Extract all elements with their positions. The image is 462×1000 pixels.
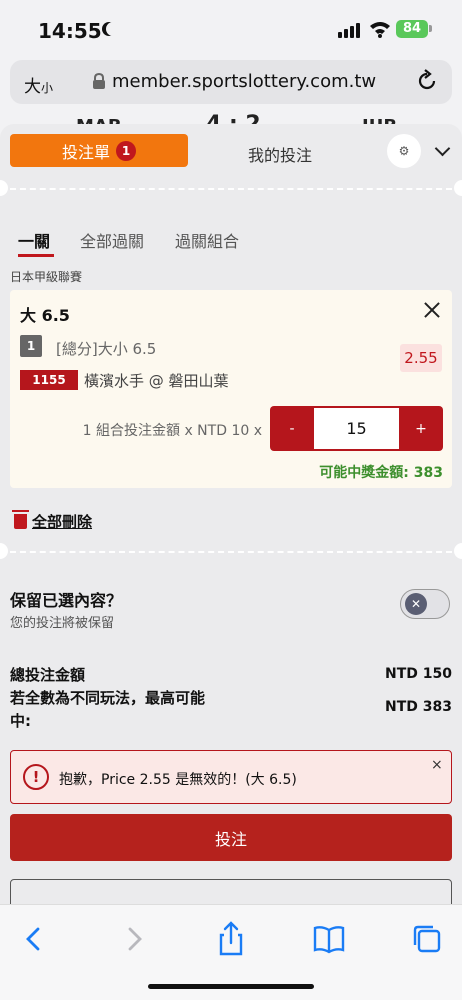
quantity-stepper: - 15 + (270, 406, 443, 451)
error-alert: ! 抱歉，Price 2.55 是無效的！(大 6.5) × (10, 750, 452, 804)
max-win-label-2: 中: (10, 712, 31, 730)
total-stake-label: 總投注金額 (10, 666, 86, 684)
betslip-count-badge: 1 (116, 140, 136, 161)
chevron-down-icon[interactable] (432, 140, 454, 160)
wifi-icon (370, 22, 390, 38)
stake-label: 1 組合投注金額 x NTD 10 x (82, 423, 262, 439)
match-code: 1155 (20, 370, 78, 390)
place-bet-button[interactable]: 投注 (10, 814, 452, 861)
selection-title: 大 6.5 (20, 306, 70, 325)
divider (10, 188, 452, 190)
tab-betslip-label: 投注單 (61, 142, 110, 162)
battery-icon: 84 (396, 20, 428, 38)
market-name: [總分]大小 6.5 (56, 340, 157, 358)
tabs-icon[interactable] (407, 919, 447, 959)
max-win-label: 若全數為不同玩法，最高可能 (10, 689, 206, 707)
address-bar[interactable]: 大小 member.sportslottery.com.tw (10, 60, 452, 104)
url-text[interactable]: member.sportslottery.com.tw (112, 71, 376, 92)
bet-selection-card: 大 6.5 1 [總分]大小 6.5 2.55 1155 橫濱水手 @ 磐田山葉… (10, 290, 452, 488)
keep-selection-toggle[interactable]: ✕ (400, 589, 450, 619)
selection-number: 1 (20, 335, 42, 357)
trash-icon (12, 510, 29, 529)
betslip-panel: 投注單 1 我的投注 ⚙ 一關 全部過關 過關組合 日本甲級聯賽 大 6.5 1… (0, 124, 462, 904)
delete-all-label: 全部刪除 (32, 513, 93, 531)
alert-icon: ! (23, 764, 49, 790)
toggle-off-icon: ✕ (405, 593, 427, 615)
close-icon[interactable]: × (431, 757, 443, 773)
match-name: 橫濱水手 @ 磐田山葉 (84, 372, 229, 390)
moon-icon (106, 22, 120, 36)
tab-all-parlay[interactable]: 全部過關 (80, 228, 144, 252)
settings-button[interactable]: ⚙ (387, 134, 421, 168)
total-stake-value: NTD 150 (385, 666, 452, 682)
quantity-input[interactable]: 15 (314, 408, 399, 449)
divider-notch (454, 180, 462, 196)
potential-win: 可能中獎金額: 383 (319, 465, 443, 481)
delete-all-button[interactable]: 全部刪除 (12, 510, 93, 532)
tab-my-bets[interactable]: 我的投注 (200, 142, 360, 166)
divider-notch (0, 180, 8, 196)
home-indicator (148, 984, 314, 989)
gear-icon: ⚙ (398, 144, 410, 158)
forward-icon[interactable] (114, 919, 154, 959)
divider-notch (0, 543, 8, 559)
text-size-button[interactable]: 大小 (24, 72, 53, 97)
lock-icon (93, 73, 105, 89)
tab-single[interactable]: 一關 (18, 228, 50, 252)
battery-tip (429, 25, 432, 32)
increment-button[interactable]: + (399, 406, 443, 451)
status-bar: 14:55 84 (0, 0, 462, 58)
active-tab-indicator (18, 254, 54, 257)
tab-betslip[interactable]: 投注單 1 (10, 134, 188, 167)
share-icon[interactable] (211, 919, 251, 959)
odds-value: 2.55 (400, 344, 442, 372)
keep-selection-subtitle: 您的投注將被保留 (10, 616, 115, 631)
secondary-button[interactable] (10, 879, 452, 904)
league-name: 日本甲級聯賽 (10, 270, 83, 284)
error-message: 抱歉，Price 2.55 是無效的！(大 6.5) (59, 772, 297, 788)
divider-notch (454, 543, 462, 559)
tab-parlay-combo[interactable]: 過關組合 (175, 228, 239, 252)
signal-icon (338, 22, 362, 38)
bookmarks-icon[interactable] (309, 919, 349, 959)
decrement-button[interactable]: - (270, 406, 314, 451)
divider (10, 551, 452, 553)
close-icon[interactable] (422, 300, 442, 320)
bet-type-tabs: 一關 全部過關 過關組合 (0, 224, 462, 257)
back-icon[interactable] (14, 919, 54, 959)
keep-selection-title: 保留已選內容？ (10, 591, 123, 610)
status-time: 14:55 (38, 19, 102, 43)
max-win-value: NTD 383 (385, 699, 452, 715)
reload-icon[interactable] (414, 68, 440, 94)
